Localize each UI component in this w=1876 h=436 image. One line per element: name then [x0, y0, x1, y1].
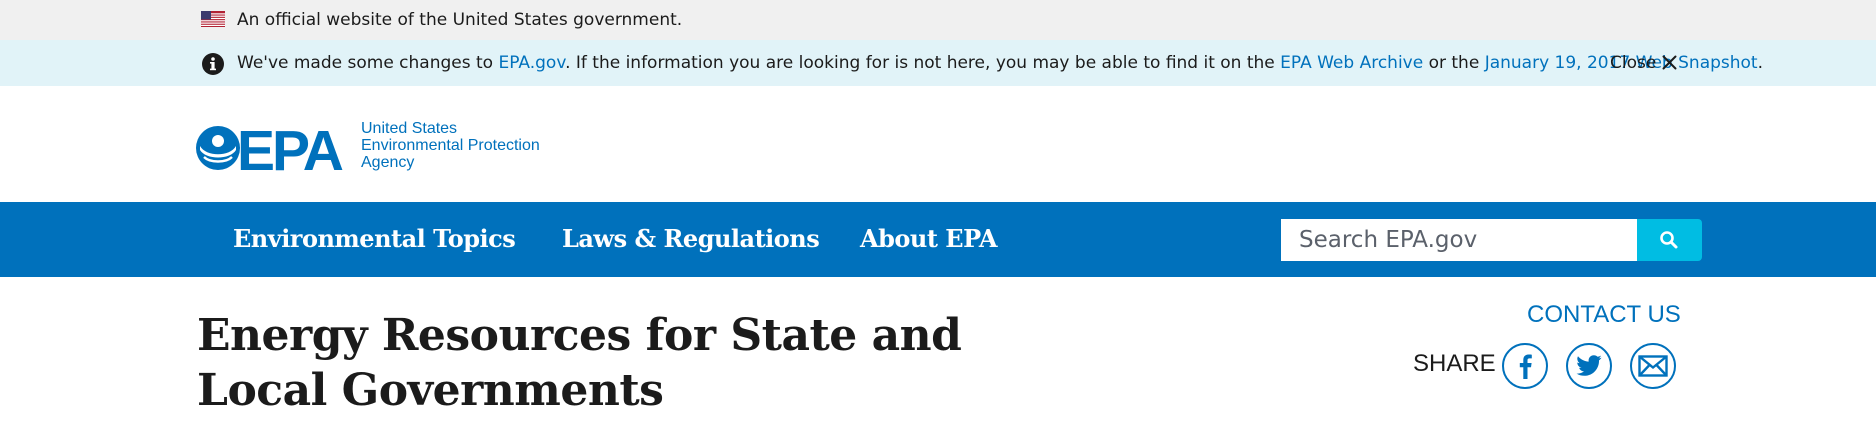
- email-icon: [1638, 355, 1668, 377]
- share-label: SHARE: [1413, 350, 1496, 377]
- contact-us-link[interactable]: CONTACT US: [1527, 301, 1681, 329]
- official-banner: An official website of the United States…: [0, 0, 1876, 40]
- close-icon: [1662, 55, 1677, 70]
- search-form: [1281, 219, 1702, 261]
- epa-logo-wordmark: EPA: [237, 122, 343, 174]
- notice-banner: We've made some changes to EPA.gov. If t…: [0, 40, 1876, 86]
- nav-environmental-topics[interactable]: Environmental Topics: [233, 222, 516, 256]
- main-nav: Environmental Topics Laws & Regulations …: [0, 202, 1876, 277]
- search-input[interactable]: [1281, 219, 1637, 261]
- close-label: Close: [1610, 53, 1657, 73]
- nav-about-epa[interactable]: About EPA: [860, 222, 998, 256]
- notice-text-or: or the: [1423, 53, 1485, 73]
- search-button[interactable]: [1637, 219, 1702, 261]
- notice-text-before: We've made some changes to: [237, 53, 499, 73]
- page-title: Energy Resources for State and Local Gov…: [197, 310, 962, 416]
- epa-gov-link[interactable]: EPA.gov: [498, 53, 565, 73]
- info-icon: [202, 53, 224, 75]
- notice-text: We've made some changes to EPA.gov. If t…: [237, 52, 1763, 74]
- share-twitter-button[interactable]: [1566, 343, 1612, 389]
- notice-text-middle: . If the information you are looking for…: [565, 53, 1281, 73]
- share-email-button[interactable]: [1630, 343, 1676, 389]
- epa-logo-icon: EPA: [196, 122, 346, 174]
- agency-name-line3: Agency: [361, 154, 415, 171]
- site-header: EPA United States Environmental Protecti…: [0, 86, 1876, 202]
- epa-logo-link[interactable]: EPA United States Environmental Protecti…: [196, 120, 556, 180]
- official-banner-text: An official website of the United States…: [237, 10, 683, 30]
- epa-web-archive-link[interactable]: EPA Web Archive: [1280, 53, 1423, 73]
- agency-name-line1: United States: [361, 120, 458, 137]
- nav-laws-regulations[interactable]: Laws & Regulations: [562, 222, 820, 256]
- us-flag-icon: [201, 11, 225, 27]
- facebook-icon: [1519, 354, 1532, 379]
- agency-name-line2: Environmental Protection: [361, 137, 540, 154]
- share-facebook-button[interactable]: [1502, 343, 1548, 389]
- agency-name: United States Environmental Protection A…: [361, 120, 540, 171]
- notice-text-end: .: [1757, 53, 1764, 73]
- close-notice-button[interactable]: Close: [1610, 52, 1677, 74]
- search-icon: [1660, 231, 1678, 249]
- twitter-icon: [1576, 355, 1602, 376]
